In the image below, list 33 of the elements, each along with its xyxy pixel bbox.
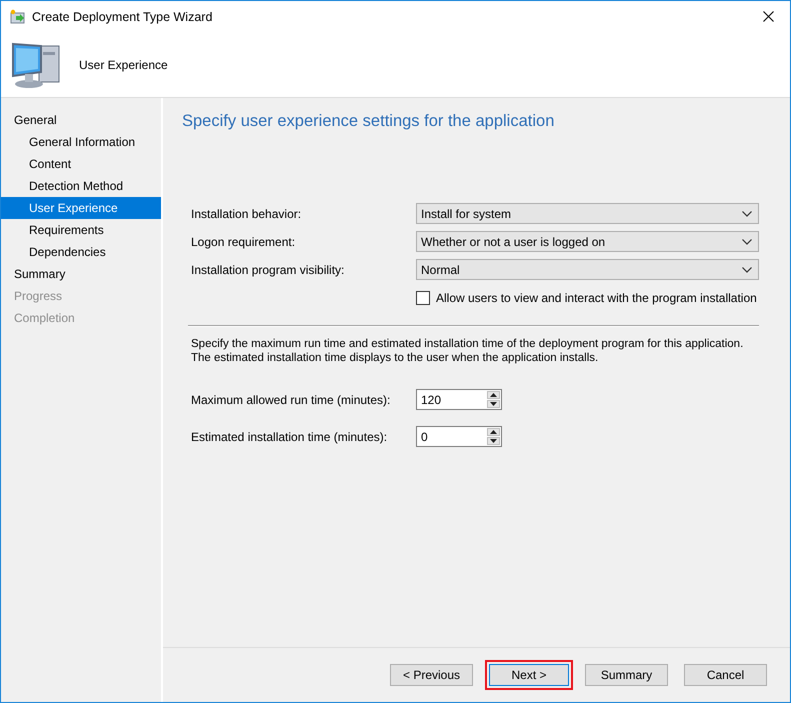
page-title: User Experience (79, 58, 168, 72)
dropdown[interactable]: Normal (416, 259, 759, 280)
field-label: Maximum allowed run time (minutes): (191, 392, 392, 406)
caret-icon (742, 266, 752, 272)
dropdown[interactable]: Install for system (416, 203, 759, 224)
sidebar-item[interactable]: General (1, 109, 161, 131)
wizard-button[interactable]: Summary (585, 664, 668, 686)
close-icon (762, 11, 774, 22)
caret-icon (742, 210, 752, 216)
wizard-icon (10, 8, 26, 24)
sidebar-item[interactable]: Requirements (1, 219, 161, 241)
wizard-button[interactable]: Cancel (684, 664, 767, 686)
caret-icon (742, 238, 752, 244)
window-title: Create Deployment Type Wizard (32, 10, 214, 24)
dropdown[interactable]: Whether or not a user is logged on (416, 231, 759, 252)
number-spinner[interactable]: 120 (416, 389, 502, 410)
sidebar-item[interactable]: Detection Method (1, 175, 161, 197)
checkbox[interactable] (416, 291, 430, 305)
sidebar-item[interactable]: Content (1, 153, 161, 175)
sidebar-item[interactable]: Summary (1, 263, 161, 285)
sidebar-item[interactable]: Dependencies (1, 241, 161, 263)
wizard-button[interactable]: < Previous (390, 664, 473, 686)
sidebar-item[interactable]: User Experience (1, 197, 161, 219)
wizard-button[interactable]: Next > (489, 664, 569, 686)
field-label: Logon requirement: (191, 234, 296, 248)
sidebar-item[interactable]: General Information (1, 131, 161, 153)
field-label: Estimated installation time (minutes): (191, 430, 388, 444)
number-spinner[interactable]: 0 (416, 426, 502, 447)
checkbox-label: Allow users to view and interact with the program installation (436, 291, 757, 305)
description-text: Specify the maximum run time and estimated installation time of the deployment program for this application. The estimated installation time displays to the user when the application installs. (191, 337, 744, 365)
page-heading: Specify user experience settings for the application (182, 112, 556, 131)
field-label: Installation program visibility: (191, 262, 346, 276)
field-label: Installation behavior: (191, 206, 302, 220)
